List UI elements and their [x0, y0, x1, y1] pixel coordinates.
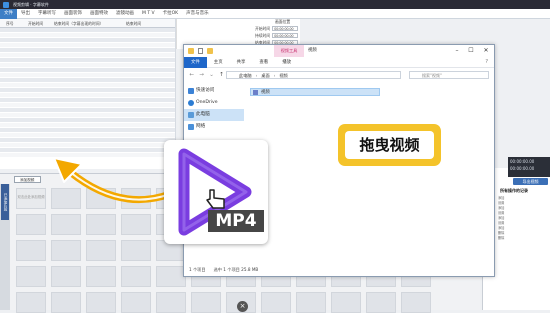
hand-cursor-icon [206, 189, 225, 209]
menu-karaoke[interactable]: 卡拉OK [159, 9, 183, 19]
app-title: 视频剪辑 · 字幕软件 [13, 1, 49, 7]
tab-file[interactable]: 文件 [184, 56, 207, 68]
cloud-icon [188, 100, 194, 106]
path-segment[interactable]: 桌面 [261, 72, 269, 78]
menu-filters[interactable]: 滤镜动画 [112, 9, 138, 19]
minimize-button[interactable]: – [450, 45, 464, 57]
column-header[interactable]: 序号 [0, 19, 22, 27]
media-tile[interactable] [121, 266, 151, 287]
address-path[interactable]: 此电脑 › 桌面 › 视频 [226, 71, 401, 79]
up-icon[interactable]: ↑ [218, 72, 225, 78]
explorer-title: 视频 [308, 48, 317, 53]
log-entry: 删除 [498, 236, 505, 240]
menu-audio[interactable]: 声音与音乐 [182, 9, 213, 19]
folder-icon [188, 48, 194, 54]
media-sidebar-tab[interactable]: 已添加片段 [1, 184, 9, 220]
time-display-current: 00:00:00.00 [510, 159, 535, 164]
search-input[interactable]: 搜索"视频" [409, 71, 489, 79]
subtitle-table[interactable]: 序号 开始时间 结束时间（字幕出现的时间） 结束时间 [0, 19, 176, 169]
time-display-total: 00:00:00.00 [510, 166, 535, 171]
computer-icon [188, 112, 194, 118]
log-list: 添加 设置 添加 设置 添加 设置 添加 删除 删除 [498, 196, 546, 241]
media-tile[interactable] [51, 240, 81, 261]
menu-file[interactable]: 文件 [0, 8, 17, 19]
media-tile[interactable] [86, 214, 116, 235]
media-tile[interactable] [86, 240, 116, 261]
status-bar: 1 个项目 选中 1 个项目 25.8 MB [184, 265, 494, 275]
tab-view[interactable]: 查看 [252, 57, 275, 68]
video-file-icon [253, 90, 258, 95]
menu-decorate[interactable]: 画面装饰 [60, 9, 86, 19]
drag-arrow-icon [53, 157, 174, 204]
media-tile[interactable] [121, 240, 151, 261]
nav-label: OneDrive [196, 100, 218, 105]
file-item[interactable]: 视频 [250, 88, 380, 96]
status-selection: 选中 1 个项目 25.8 MB [213, 267, 259, 272]
media-tile[interactable] [16, 240, 46, 261]
media-tile[interactable] [51, 214, 81, 235]
close-button[interactable]: ✕ [479, 45, 493, 57]
back-icon[interactable]: ← [188, 72, 195, 78]
duration-field[interactable]: 00:00:00.00 [272, 33, 299, 38]
nav-label: 网络 [196, 124, 206, 129]
menu-mtv[interactable]: M T V [138, 9, 159, 19]
explorer-titlebar[interactable]: 视频工具 视频 – ☐ ✕ [184, 45, 494, 57]
media-tile[interactable] [16, 266, 46, 287]
maximize-button[interactable]: ☐ [464, 45, 478, 57]
file-name: 视频 [261, 90, 270, 95]
nav-label: 快速访问 [196, 88, 215, 93]
explorer-ribbon: 文件 主页 共享 查看 播放 ? [184, 56, 494, 68]
media-tile[interactable] [16, 214, 46, 235]
chevron-down-icon[interactable]: ⌄ [208, 72, 215, 78]
star-icon [188, 88, 194, 94]
nav-quick-access[interactable]: 快速访问 [184, 85, 244, 97]
path-segment[interactable]: 此电脑 [239, 72, 252, 78]
menu-subtitle[interactable]: 字幕听写 [34, 9, 60, 19]
nav-network[interactable]: 网络 [184, 121, 244, 133]
close-icon[interactable]: × [237, 301, 248, 312]
start-time-label: 开始时间 [255, 25, 271, 31]
tab-play[interactable]: 播放 [275, 57, 298, 68]
tab-share[interactable]: 共享 [230, 57, 253, 68]
menu-effects[interactable]: 画面特效 [86, 9, 112, 19]
status-count: 1 个项目 [189, 267, 206, 272]
add-video-button[interactable]: 添加视频 [14, 176, 41, 183]
tab-home[interactable]: 主页 [207, 57, 230, 68]
new-folder-icon[interactable] [207, 48, 213, 54]
help-icon[interactable]: ? [485, 59, 488, 65]
app-menubar: 文件 导出 字幕听写 画面装饰 画面特效 滤镜动画 M T V 卡拉OK 声音与… [0, 8, 550, 19]
column-header[interactable]: 结束时间（字幕出现的时间） [48, 19, 120, 27]
video-tools-tab[interactable]: 视频工具 [274, 45, 304, 57]
callout-text: 拖曳视频 [345, 131, 434, 159]
start-time-field[interactable]: 00:00:00.00 [272, 26, 299, 31]
menu-export[interactable]: 导出 [17, 9, 34, 19]
properties-icon[interactable] [198, 48, 203, 54]
table-rows [0, 28, 175, 158]
add-video-label: 添加视频 [20, 178, 35, 182]
nav-label: 此电脑 [196, 112, 210, 117]
network-icon [188, 124, 194, 130]
drag-video-callout: 拖曳视频 [338, 124, 441, 166]
column-header[interactable]: 开始时间 [22, 19, 48, 27]
mp4-label: MP4 [208, 210, 264, 232]
column-header[interactable]: 结束时间 [120, 19, 160, 27]
forward-icon[interactable]: → [198, 72, 205, 78]
duration-row: 持续时间 00:00:00.00 [255, 32, 300, 39]
app-logo [3, 1, 9, 8]
path-segment[interactable]: 视频 [279, 72, 287, 78]
time-display: 00:00:00.00 00:00:00.00 [508, 157, 550, 177]
log-title: 所有操作的记录 [500, 188, 528, 193]
media-tile[interactable] [156, 266, 186, 287]
mp4-file-card[interactable]: MP4 [164, 140, 268, 244]
table-header: 序号 开始时间 结束时间（字幕出现的时间） 结束时间 [0, 19, 175, 28]
media-tile[interactable] [121, 214, 151, 235]
media-tile[interactable] [86, 266, 116, 287]
address-bar-row: ← → ⌄ ↑ 此电脑 › 桌面 › 视频 搜索"视频" [184, 68, 494, 82]
nav-onedrive[interactable]: OneDrive [184, 97, 244, 109]
duration-label: 持续时间 [255, 32, 271, 38]
media-tile[interactable] [51, 266, 81, 287]
start-time-row: 开始时间 00:00:00.00 [255, 25, 300, 32]
nav-this-pc[interactable]: 此电脑 [184, 109, 244, 121]
export-video-button[interactable]: 导出视频 [513, 178, 548, 185]
